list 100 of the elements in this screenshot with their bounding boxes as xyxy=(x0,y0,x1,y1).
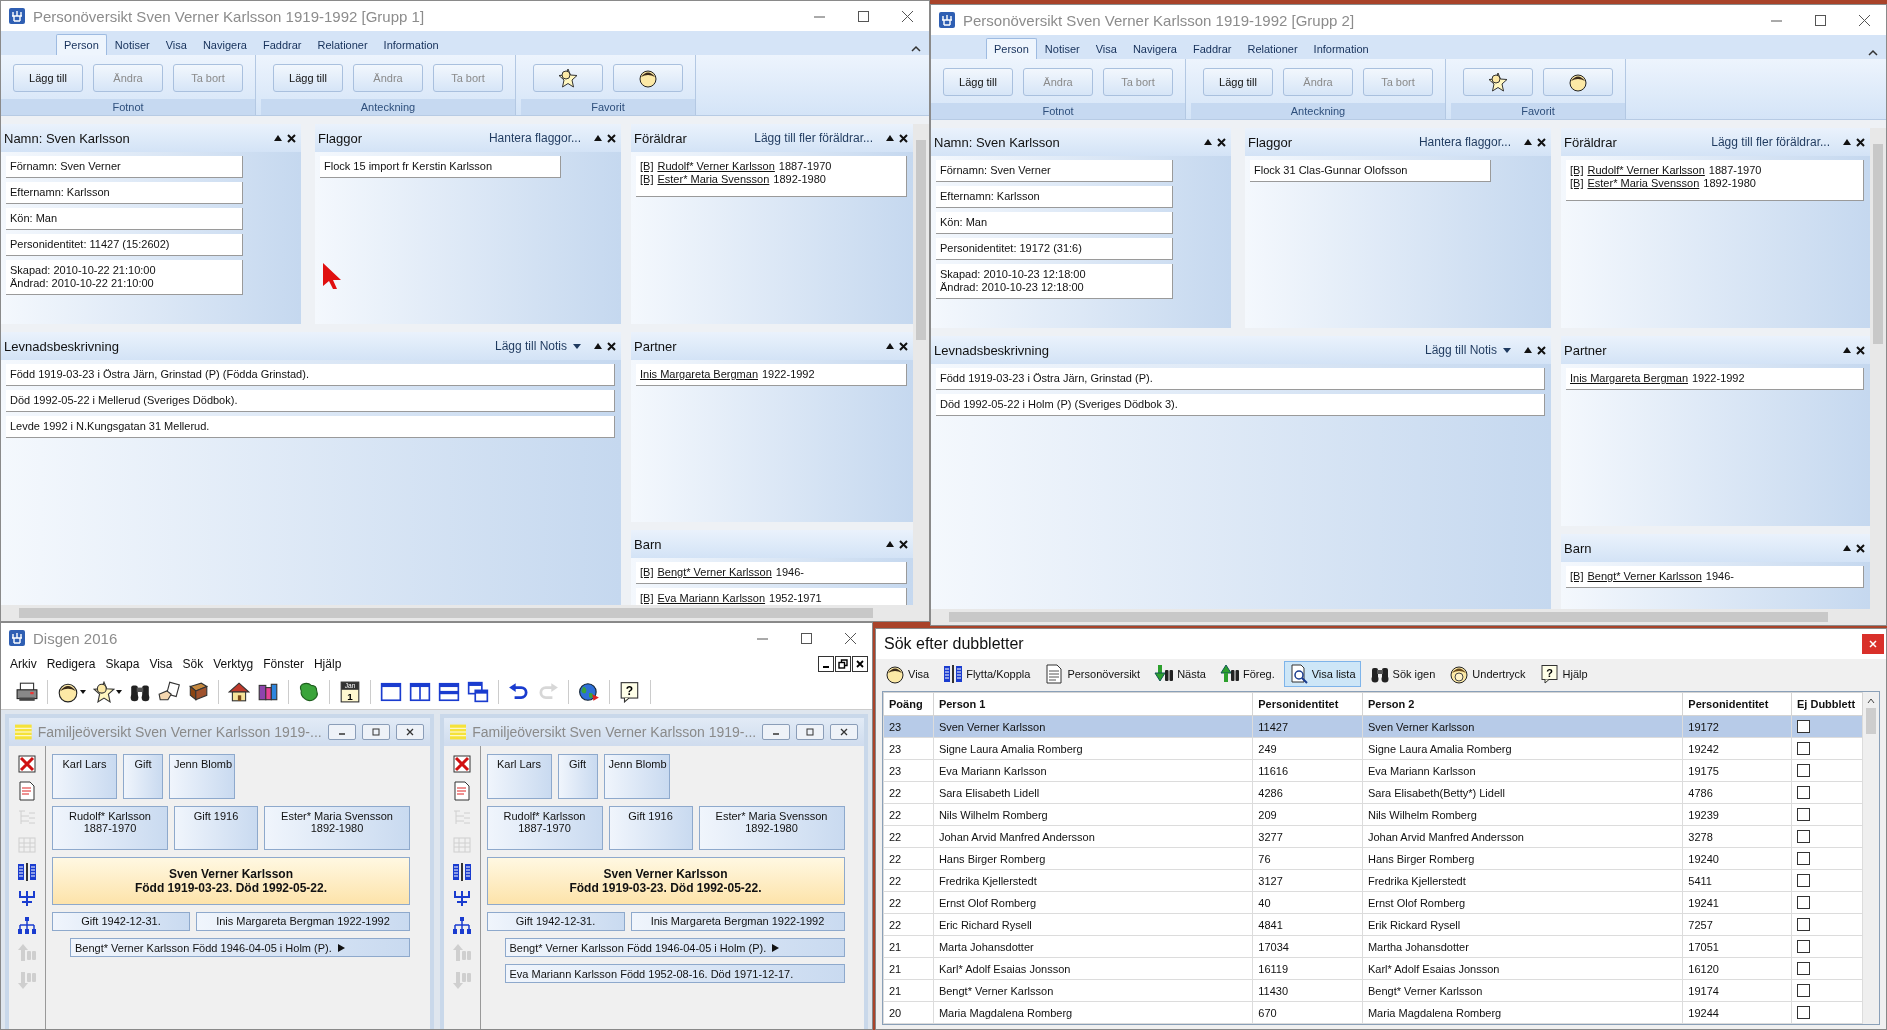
person-box[interactable]: Ester* Maria Svensson 1892-1980 xyxy=(698,806,845,850)
ribbon-tab[interactable]: Notiser xyxy=(106,34,158,55)
menu-item[interactable]: Sök xyxy=(177,657,209,671)
column-header[interactable]: Ej Dubblett xyxy=(1791,692,1863,716)
close-icon[interactable] xyxy=(1856,137,1865,147)
person-box[interactable]: Gift 1942-12-31. xyxy=(52,912,190,931)
ribbon-button[interactable]: Lägg till xyxy=(273,64,343,92)
favorite-button[interactable] xyxy=(1543,68,1613,96)
person-link[interactable]: Ester* Maria Svensson xyxy=(1587,177,1700,190)
toolbar-button[interactable]: Flytta/Koppla xyxy=(938,661,1036,687)
person-link[interactable]: Eva Mariann Karlsson xyxy=(657,592,766,605)
checkbox[interactable] xyxy=(1797,786,1810,799)
toolbar-button[interactable]: Nästa xyxy=(1149,661,1211,687)
person-link[interactable]: Rudolf* Verner Karlsson xyxy=(1587,164,1705,177)
panel-action-link[interactable]: Hantera flaggor... xyxy=(488,131,581,145)
books-icon[interactable] xyxy=(257,681,279,703)
rows-window-icon[interactable] xyxy=(438,681,460,703)
maximize-icon[interactable] xyxy=(800,632,812,644)
face-icon[interactable] xyxy=(57,681,79,703)
person-box[interactable]: Inis Margareta Bergman 1922-1992 xyxy=(196,912,410,931)
split-window-icon[interactable] xyxy=(409,681,431,703)
person-link[interactable]: Inis Margareta Bergman xyxy=(1570,372,1688,385)
toolbar-button[interactable]: Personöversikt xyxy=(1039,661,1146,687)
close-icon[interactable] xyxy=(1537,345,1546,355)
checkbox[interactable] xyxy=(1797,918,1810,931)
window-icon[interactable] xyxy=(380,681,402,703)
vertical-scrollbar[interactable] xyxy=(1863,692,1879,1024)
collapse-icon[interactable] xyxy=(886,343,894,349)
child-box[interactable]: Eva Mariann Karlsson Född 1952-08-16. Död 1971-12-17. xyxy=(504,964,845,983)
fork-icon[interactable] xyxy=(451,889,472,909)
column-header[interactable]: Poäng xyxy=(883,692,934,716)
checkbox[interactable] xyxy=(1797,874,1810,887)
collapse-icon[interactable] xyxy=(274,135,282,141)
close-icon[interactable] xyxy=(1217,137,1226,147)
tag-link[interactable]: [B] xyxy=(1570,177,1584,190)
person-link[interactable]: Bengt* Verner Karlsson xyxy=(1587,570,1702,583)
child-box[interactable]: Bengt* Verner Karlsson Född 1946-04-05 i Holm (P). xyxy=(504,938,845,957)
person-box[interactable]: Jenn Blomb xyxy=(603,754,670,799)
ribbon-tab[interactable]: Notiser xyxy=(1036,38,1088,59)
columns-icon[interactable] xyxy=(451,862,472,882)
main-person-box[interactable]: Sven Verner Karlsson Född 1919-03-23. Död 1992-05-22. xyxy=(486,857,845,905)
menu-item[interactable]: Fönster xyxy=(258,657,309,671)
caret-icon[interactable] xyxy=(116,690,122,694)
ribbon-tab[interactable]: Navigera xyxy=(194,34,255,55)
collapse-icon[interactable] xyxy=(1843,545,1851,551)
restore-button[interactable] xyxy=(835,656,851,672)
scroll-up-icon[interactable] xyxy=(1867,698,1875,704)
column-header[interactable]: Personidentitet xyxy=(1682,692,1792,716)
close-icon[interactable] xyxy=(287,133,296,143)
expand-arrow-icon[interactable] xyxy=(772,943,780,952)
checkbox[interactable] xyxy=(1797,940,1810,953)
note-icon[interactable] xyxy=(451,781,472,801)
ribbon-tab[interactable]: Relationer xyxy=(309,34,376,55)
person-link[interactable]: Rudolf* Verner Karlsson xyxy=(657,160,775,173)
close-icon[interactable] xyxy=(607,133,616,143)
minimize-button[interactable] xyxy=(818,656,834,672)
ribbon-tab[interactable]: Navigera xyxy=(1124,38,1185,59)
vertical-scrollbar[interactable] xyxy=(913,124,929,605)
ribbon-tab[interactable]: Information xyxy=(375,34,447,55)
collapse-icon[interactable] xyxy=(1524,347,1532,353)
panel-action-link[interactable]: Lägg till fler föräldrar... xyxy=(754,131,873,145)
person-box[interactable]: Inis Margareta Bergman 1922-1992 xyxy=(630,912,845,931)
map-icon[interactable] xyxy=(298,681,320,703)
checkbox[interactable] xyxy=(1797,962,1810,975)
person-box[interactable]: Gift 1942-12-31. xyxy=(486,912,625,931)
person-box[interactable]: Rudolf* Karlsson 1887-1970 xyxy=(52,806,168,850)
star-figure-icon[interactable] xyxy=(93,681,115,703)
toolbar-button[interactable]: Visa xyxy=(880,661,935,687)
ribbon-button[interactable]: Lägg till xyxy=(1203,68,1273,96)
person-box[interactable]: Gift xyxy=(123,754,163,799)
horizontal-scrollbar[interactable] xyxy=(1,605,929,621)
ribbon-tab[interactable]: Person xyxy=(986,38,1037,59)
close-button[interactable] xyxy=(852,656,868,672)
person-box[interactable]: Gift 1916 xyxy=(608,806,693,850)
column-header[interactable]: Person 1 xyxy=(933,692,1253,716)
house-icon[interactable] xyxy=(228,681,250,703)
favorite-button[interactable] xyxy=(613,64,683,92)
person-box[interactable]: Rudolf* Karlsson 1887-1970 xyxy=(486,806,603,850)
collapse-icon[interactable] xyxy=(1524,139,1532,145)
main-person-box[interactable]: Sven Verner Karlsson Född 1919-03-23. Död 1992-05-22. xyxy=(52,857,410,905)
person-box[interactable]: Gift 1916 xyxy=(174,806,258,850)
ribbon-tab[interactable]: Visa xyxy=(157,34,195,55)
collapse-ribbon-icon[interactable] xyxy=(911,45,921,52)
tag-link[interactable]: [B] xyxy=(640,173,654,186)
child-box[interactable]: Bengt* Verner Karlsson Född 1946-04-05 i Holm (P). xyxy=(70,938,410,957)
toolbar-button[interactable]: Undertryck xyxy=(1444,661,1531,687)
checkbox[interactable] xyxy=(1797,742,1810,755)
menu-item[interactable]: Visa xyxy=(144,657,178,671)
close-icon[interactable] xyxy=(899,133,908,143)
toolbar-button[interactable]: ? Hjälp xyxy=(1534,661,1593,687)
caret-icon[interactable] xyxy=(80,690,86,694)
checkbox[interactable] xyxy=(1797,764,1810,777)
vertical-scrollbar[interactable] xyxy=(1870,128,1886,609)
ribbon-tab[interactable]: Faddrar xyxy=(1184,38,1240,59)
person-box[interactable]: Karl Lars xyxy=(52,754,117,799)
toolbar-button[interactable]: Visa lista xyxy=(1283,661,1361,687)
close-icon[interactable] xyxy=(1856,345,1865,355)
menu-item[interactable]: Redigera xyxy=(41,657,101,671)
ribbon-button[interactable]: Lägg till xyxy=(943,68,1013,96)
person-box[interactable]: Jenn Blomb xyxy=(169,754,235,799)
